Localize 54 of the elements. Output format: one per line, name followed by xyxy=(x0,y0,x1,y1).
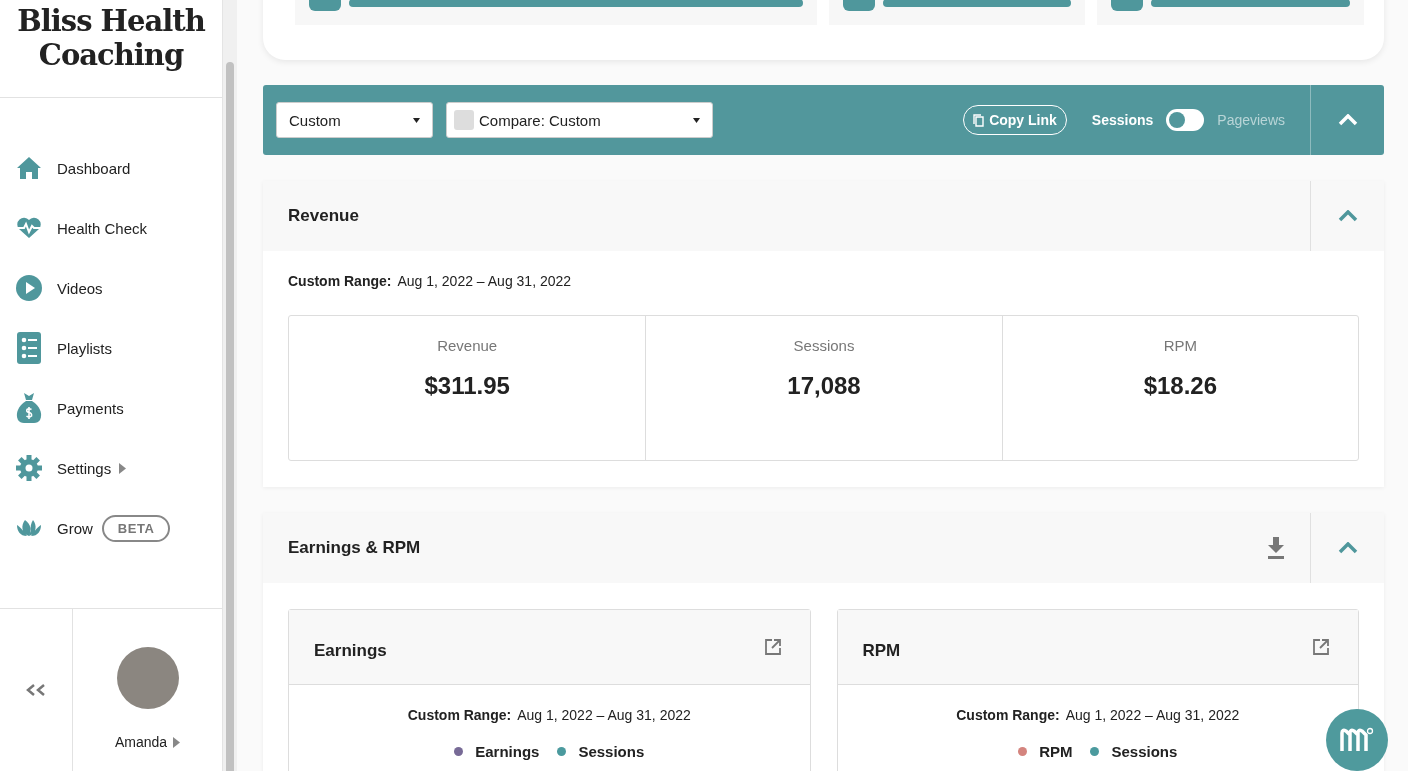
stat-label: RPM xyxy=(1163,337,1197,354)
external-link-icon[interactable] xyxy=(763,638,782,656)
heartbeat-icon xyxy=(16,217,42,239)
nav-item[interactable]: Grow BETA xyxy=(0,500,222,556)
compare-select[interactable]: Compare: Custom xyxy=(446,102,713,138)
dropdown-arrow-icon xyxy=(413,117,420,123)
stat-value: 17,088 xyxy=(787,372,861,400)
legend-label: Sessions xyxy=(1111,743,1178,760)
download-button[interactable] xyxy=(1267,537,1285,559)
scrollbar-thumb[interactable] xyxy=(226,62,234,771)
panel-title: Earnings & RPM xyxy=(288,538,422,558)
nav-item[interactable]: Health Check xyxy=(0,200,222,256)
external-link-icon[interactable] xyxy=(1312,638,1330,656)
user-menu[interactable]: Amanda xyxy=(108,733,187,751)
stat-label: Sessions xyxy=(793,337,855,354)
toggle-knob[interactable] xyxy=(1169,112,1186,128)
metric-toggle[interactable] xyxy=(1166,109,1205,131)
double-chevron-left-icon xyxy=(25,684,47,696)
panel-title: Revenue xyxy=(288,206,360,226)
caret-icon xyxy=(119,462,127,474)
scrollbar-track[interactable] xyxy=(223,0,237,771)
date-range: Custom Range: Aug 1, 2022 – Aug 31, 2022 xyxy=(288,273,573,289)
chat-logo-icon xyxy=(1340,727,1374,753)
nav-item[interactable]: Settings xyxy=(0,440,222,496)
legend-label: RPM xyxy=(1039,743,1073,760)
chevron-up-icon xyxy=(1337,542,1358,554)
nav-item[interactable]: Payments xyxy=(0,380,222,436)
date-range: Custom Range: Aug 1, 2022 – Aug 31, 2022 xyxy=(407,707,691,723)
date-range: Custom Range: Aug 1, 2022 – Aug 31, 2022 xyxy=(956,707,1240,723)
brand-name: Bliss Health Coaching xyxy=(16,4,207,72)
chevron-up-icon xyxy=(1337,114,1358,126)
nav-item[interactable]: Dashboard xyxy=(0,140,222,196)
leaves-icon xyxy=(17,519,41,537)
caret-icon xyxy=(173,736,181,748)
gear-icon xyxy=(16,455,42,481)
card-title: RPM xyxy=(862,640,902,661)
stat-value: $311.95 xyxy=(424,372,510,400)
chevron-up-icon xyxy=(1337,210,1358,222)
legend-label: Earnings xyxy=(475,743,540,760)
checklist-icon xyxy=(17,332,41,364)
home-icon xyxy=(16,156,42,180)
stat-value: $18.26 xyxy=(1143,372,1218,400)
card-title: Earnings xyxy=(314,640,388,661)
copy-icon xyxy=(973,113,985,127)
money-bag-icon xyxy=(16,392,42,424)
beta-badge: BETA xyxy=(101,514,171,542)
play-circle-icon xyxy=(16,275,42,301)
legend-label: Sessions xyxy=(578,743,645,760)
nav-item[interactable]: Playlists xyxy=(0,320,222,376)
download-icon xyxy=(1267,537,1285,559)
stat-label: Revenue xyxy=(437,337,498,354)
dropdown-arrow-icon xyxy=(693,117,700,123)
nav-item[interactable]: Videos xyxy=(0,260,222,316)
range-select[interactable]: Custom xyxy=(276,102,433,138)
